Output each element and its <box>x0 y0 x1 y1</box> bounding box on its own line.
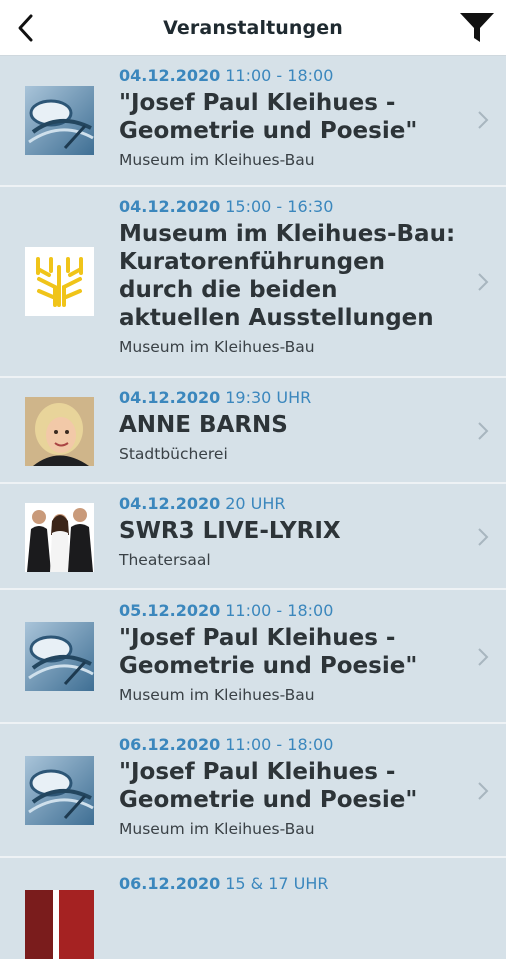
event-text: 04.12.2020 19:30 UHR ANNE BARNS Stadtbüch… <box>119 388 456 464</box>
event-text: 05.12.2020 11:00 - 18:00 "Josef Paul Klei… <box>119 601 456 705</box>
red-photo-image <box>25 890 94 959</box>
event-time: 19:30 UHR <box>225 388 312 407</box>
event-date-line: 05.12.2020 11:00 - 18:00 <box>119 601 456 621</box>
event-row[interactable]: 04.12.2020 19:30 UHR ANNE BARNS Stadtbüch… <box>0 378 506 484</box>
chevron-right-icon <box>478 782 489 800</box>
event-thumbnail <box>25 756 94 825</box>
filter-button[interactable] <box>458 10 496 46</box>
event-text: 04.12.2020 20 UHR SWR3 LIVE-LYRIX Theater… <box>119 494 456 570</box>
funnel-filter-icon <box>460 13 494 42</box>
museum-building-image <box>25 86 94 155</box>
event-text: 06.12.2020 15 & 17 UHR <box>119 874 456 894</box>
event-venue: Museum im Kleihues-Bau <box>119 820 315 838</box>
chevron-left-icon <box>18 14 33 42</box>
event-thumbnail <box>25 397 94 466</box>
event-date: 04.12.2020 <box>119 66 221 85</box>
event-date-line: 06.12.2020 15 & 17 UHR <box>119 874 456 894</box>
event-text: 04.12.2020 15:00 - 16:30 Museum im Kleihu… <box>119 197 456 357</box>
event-row[interactable]: 06.12.2020 11:00 - 18:00 "Josef Paul Klei… <box>0 724 506 858</box>
event-venue: Museum im Kleihues-Bau <box>119 338 315 356</box>
page-title: Veranstaltungen <box>163 16 343 39</box>
chevron-right-icon <box>478 111 489 129</box>
event-title: SWR3 LIVE-LYRIX <box>119 518 341 544</box>
event-thumbnail <box>25 622 94 691</box>
event-title: "Josef Paul Kleihues - Geometrie und Poe… <box>119 625 418 679</box>
event-text: 06.12.2020 11:00 - 18:00 "Josef Paul Klei… <box>119 735 456 839</box>
event-date: 05.12.2020 <box>119 601 221 620</box>
event-venue: Museum im Kleihues-Bau <box>119 686 315 704</box>
event-time: 11:00 - 18:00 <box>225 66 334 85</box>
event-time: 11:00 - 18:00 <box>225 601 334 620</box>
event-title: "Josef Paul Kleihues - Geometrie und Poe… <box>119 90 418 144</box>
event-venue: Museum im Kleihues-Bau <box>119 151 315 169</box>
event-title: ANNE BARNS <box>119 412 288 438</box>
event-date-line: 04.12.2020 19:30 UHR <box>119 388 456 408</box>
event-date: 06.12.2020 <box>119 735 221 754</box>
event-date: 04.12.2020 <box>119 494 221 513</box>
event-date-line: 04.12.2020 15:00 - 16:30 <box>119 197 456 217</box>
event-thumbnail <box>25 503 94 572</box>
museum-building-image <box>25 622 94 691</box>
top-bar: Veranstaltungen <box>0 0 506 56</box>
event-date-line: 06.12.2020 11:00 - 18:00 <box>119 735 456 755</box>
event-row[interactable]: 04.12.2020 11:00 - 18:00 "Josef Paul Klei… <box>0 56 506 187</box>
event-text: 04.12.2020 11:00 - 18:00 "Josef Paul Klei… <box>119 66 456 170</box>
event-list: 04.12.2020 11:00 - 18:00 "Josef Paul Klei… <box>0 56 506 959</box>
event-date-line: 04.12.2020 11:00 - 18:00 <box>119 66 456 86</box>
portrait-photo-image <box>25 397 94 466</box>
event-thumbnail <box>25 247 94 316</box>
chevron-right-icon <box>478 648 489 666</box>
event-thumbnail <box>25 890 94 959</box>
event-venue: Stadtbücherei <box>119 445 228 463</box>
event-venue: Theatersaal <box>119 551 211 569</box>
group-photo-image <box>25 503 94 572</box>
event-title: "Josef Paul Kleihues - Geometrie und Poe… <box>119 759 418 813</box>
event-time: 20 UHR <box>225 494 286 513</box>
event-date: 06.12.2020 <box>119 874 221 893</box>
event-row[interactable]: 04.12.2020 15:00 - 16:30 Museum im Kleihu… <box>0 187 506 378</box>
wheat-logo-image <box>25 247 94 316</box>
event-row[interactable]: 04.12.2020 20 UHR SWR3 LIVE-LYRIX Theater… <box>0 484 506 590</box>
event-date-line: 04.12.2020 20 UHR <box>119 494 456 514</box>
event-thumbnail <box>25 86 94 155</box>
event-time: 15 & 17 UHR <box>225 874 329 893</box>
chevron-right-icon <box>478 273 489 291</box>
event-row[interactable]: 06.12.2020 15 & 17 UHR <box>0 858 506 959</box>
event-row[interactable]: 05.12.2020 11:00 - 18:00 "Josef Paul Klei… <box>0 590 506 724</box>
event-time: 11:00 - 18:00 <box>225 735 334 754</box>
event-date: 04.12.2020 <box>119 388 221 407</box>
back-button[interactable] <box>8 10 44 46</box>
event-title: Museum im Kleihues-Bau: Kuratorenführung… <box>119 221 456 331</box>
event-time: 15:00 - 16:30 <box>225 197 334 216</box>
chevron-right-icon <box>478 528 489 546</box>
museum-building-image <box>25 756 94 825</box>
event-date: 04.12.2020 <box>119 197 221 216</box>
chevron-right-icon <box>478 422 489 440</box>
